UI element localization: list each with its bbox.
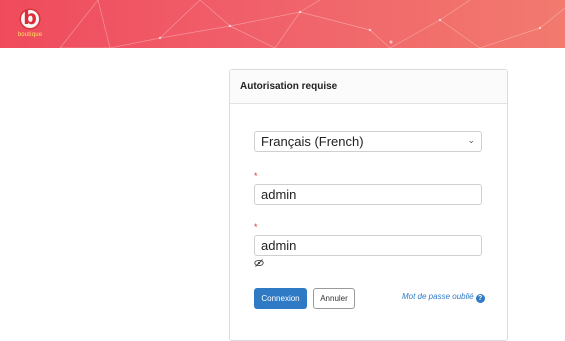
top-banner: b boutique	[0, 0, 565, 48]
banner-network-pattern	[59, 0, 565, 48]
language-select[interactable]: Français (French) ⌄	[254, 131, 482, 152]
login-card-title: Autorisation requise	[230, 70, 507, 104]
logo-letter: b	[23, 7, 37, 29]
forgot-password-label[interactable]: Mot de passe oublié	[402, 292, 474, 301]
login-card: Autorisation requise Français (French) ⌄…	[229, 69, 508, 341]
question-circle-icon[interactable]: ?	[475, 294, 485, 303]
forgot-password-link[interactable]: Mot de passe oublié?	[402, 292, 485, 303]
password-field[interactable]: admin	[254, 235, 482, 256]
brand-logo[interactable]: b boutique	[8, 6, 52, 42]
logo-wordmark: boutique	[17, 32, 43, 38]
eye-slash-icon[interactable]	[254, 259, 264, 267]
connect-button[interactable]: Connexion	[254, 288, 307, 309]
username-field[interactable]: admin	[254, 184, 482, 205]
chevron-down-icon: ⌄	[467, 135, 475, 145]
language-select-value: Français (French)	[261, 134, 364, 149]
password-required-marker: *	[254, 222, 258, 232]
cancel-button[interactable]: Annuler	[313, 288, 355, 309]
username-required-marker: *	[254, 171, 258, 181]
